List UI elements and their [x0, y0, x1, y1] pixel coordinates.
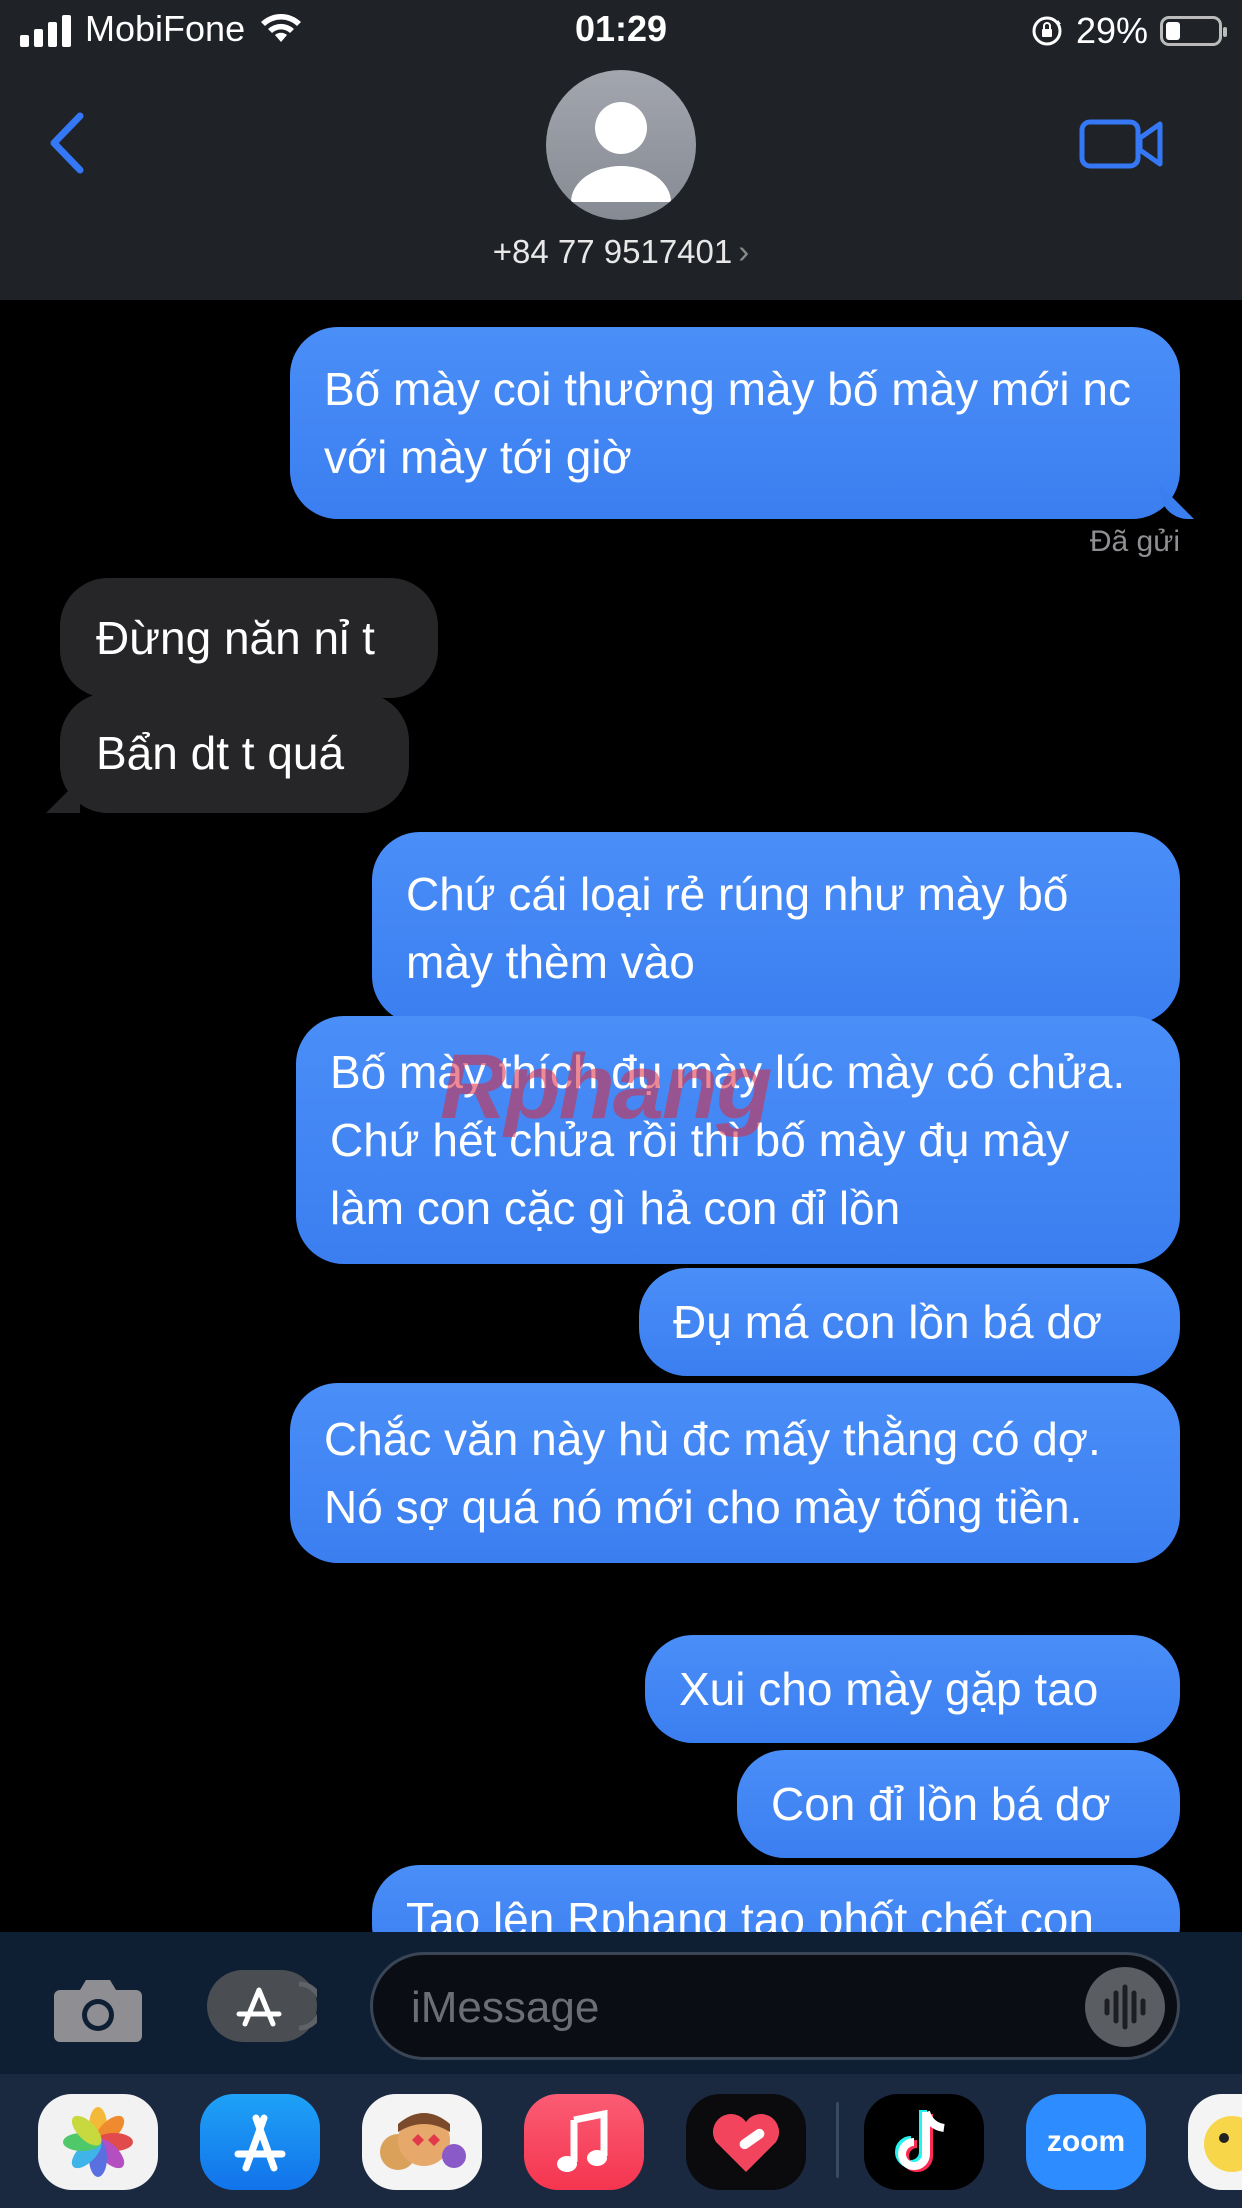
- status-right: 29%: [1030, 10, 1227, 52]
- contact-avatar[interactable]: [546, 70, 696, 220]
- memoji-icon[interactable]: [362, 2094, 482, 2190]
- compose-bar: [0, 1932, 1242, 2074]
- zoom-icon[interactable]: zoom: [1026, 2094, 1146, 2190]
- message-bubble-outgoing[interactable]: Bố mày thích đụ mày lúc mày có chửa. Chứ…: [296, 1016, 1180, 1264]
- message-bubble-incoming[interactable]: Đừng năn nỉ t: [60, 578, 438, 698]
- person-silhouette-icon: [571, 102, 671, 202]
- status-bar: MobiFone 01:29 29%: [0, 0, 1242, 62]
- tiktok-icon[interactable]: [864, 2094, 984, 2190]
- music-icon[interactable]: [524, 2094, 644, 2190]
- video-call-icon[interactable]: [1078, 114, 1164, 174]
- delivered-status: Đã gửi: [1089, 525, 1180, 558]
- app-store-icon: [236, 1981, 324, 2031]
- app-drawer: zoom: [0, 2074, 1242, 2208]
- battery-percent: 29%: [1075, 10, 1148, 51]
- chevron-right-icon: ›: [738, 233, 750, 270]
- contact-name-button[interactable]: +84 77 9517401 ›: [0, 233, 1242, 271]
- message-bubble-outgoing[interactable]: Chứ cái loại rẻ rúng như mày bố mày thèm…: [372, 832, 1180, 1024]
- message-bubble-outgoing[interactable]: Chắc văn này hù đc mấy thằng có dợ. Nó s…: [290, 1383, 1180, 1563]
- message-bubble-outgoing[interactable]: Bố mày coi thường mày bố mày mới nc với …: [290, 327, 1180, 519]
- contact-number: +84 77 9517401: [492, 233, 733, 270]
- heart-app-icon[interactable]: [686, 2094, 806, 2190]
- app-store-button[interactable]: [207, 1970, 324, 2042]
- rotation-lock-icon: [1032, 16, 1062, 46]
- back-chevron-icon[interactable]: [42, 108, 92, 178]
- drawer-separator: [836, 2102, 839, 2178]
- photos-icon[interactable]: [38, 2094, 158, 2190]
- battery-icon: [1160, 16, 1227, 46]
- audio-message-button[interactable]: [1085, 1967, 1165, 2047]
- zoom-label: zoom: [1046, 2125, 1126, 2158]
- sticker-icon[interactable]: [1188, 2094, 1242, 2190]
- imessage-input[interactable]: [409, 1977, 1053, 2039]
- message-bubble-outgoing[interactable]: Đụ má con lồn bá dơ: [639, 1268, 1180, 1376]
- conversation-header: MobiFone 01:29 29% +84 77 9517401 ›: [0, 0, 1242, 300]
- camera-icon[interactable]: [52, 1972, 144, 2044]
- message-bubble-outgoing[interactable]: Xui cho mày gặp tao: [645, 1635, 1180, 1743]
- audio-waveform-icon: [1104, 1984, 1146, 2030]
- app-store-icon[interactable]: [200, 2094, 320, 2190]
- message-bubble-incoming[interactable]: Bẩn dt t quá: [60, 693, 409, 813]
- imessage-input-container[interactable]: [370, 1952, 1180, 2060]
- message-bubble-outgoing[interactable]: Con đỉ lồn bá dơ: [737, 1750, 1180, 1858]
